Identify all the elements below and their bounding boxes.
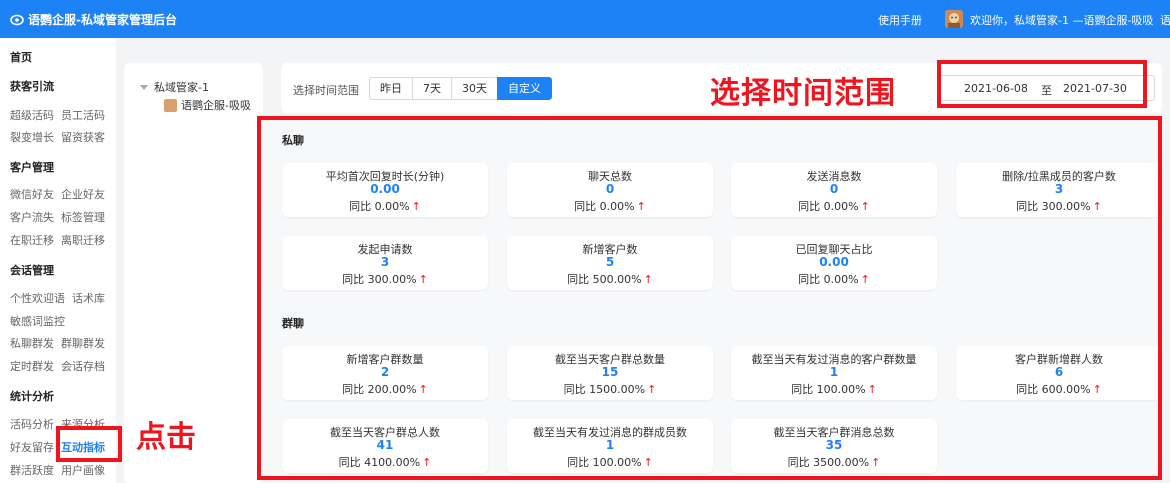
range-yesterday-button[interactable]: 昨日 bbox=[369, 77, 413, 100]
brand-logo-icon bbox=[10, 14, 24, 25]
annotation-box-stats bbox=[257, 116, 1162, 480]
top-bar: 语鹦企服-私域管家管理后台 使用手册 欢迎你，私域管家-1 —语鹦企服-吸吸 语 bbox=[0, 0, 1170, 38]
annotation-box-date bbox=[937, 60, 1147, 108]
sidebar-item-onjob-transfer[interactable]: 在职迁移 bbox=[10, 232, 54, 248]
tree-node-child[interactable]: 语鹦企服-吸吸 bbox=[164, 97, 251, 113]
avatar-image-icon bbox=[945, 10, 963, 28]
sidebar-item-home[interactable]: 首页 bbox=[10, 49, 32, 65]
sidebar-item-code-analysis[interactable]: 活码分析 bbox=[10, 416, 54, 432]
sidebar-item-user-persona[interactable]: 用户画像 bbox=[61, 462, 105, 478]
avatar[interactable] bbox=[945, 10, 963, 28]
sidebar-item-leads[interactable]: 留资获客 bbox=[61, 129, 105, 145]
sidebar-section-session: 会话管理 bbox=[10, 264, 54, 277]
range-7d-button[interactable]: 7天 bbox=[412, 77, 452, 100]
sidebar: 首页 获客引流 超级活码 员工活码 裂变增长 留资获客 客户管理 微信好友 企业… bbox=[0, 38, 116, 483]
sidebar-item-staff-code[interactable]: 员工活码 bbox=[61, 107, 105, 123]
user-manual-link[interactable]: 使用手册 bbox=[878, 12, 922, 28]
sidebar-section-customer: 客户管理 bbox=[10, 161, 54, 174]
caret-down-icon[interactable] bbox=[140, 84, 148, 90]
welcome-text: 欢迎你，私域管家-1 —语鹦企服-吸吸 bbox=[970, 14, 1154, 27]
brand-name: 语鹦企服-私域管家管理后台 bbox=[28, 13, 177, 27]
annotation-time-range: 选择时间范围 bbox=[710, 76, 896, 111]
range-30d-button[interactable]: 30天 bbox=[451, 77, 498, 100]
annotation-box-click bbox=[56, 426, 122, 462]
sidebar-item-retention[interactable]: 好友留存 bbox=[10, 439, 54, 455]
sidebar-item-offjob-transfer[interactable]: 离职迁移 bbox=[61, 232, 105, 248]
tree-node-root-label: 私域管家-1 bbox=[154, 81, 209, 94]
sidebar-item-enterprise-friends[interactable]: 企业好友 bbox=[61, 186, 105, 202]
sidebar-item-fission[interactable]: 裂变增长 bbox=[10, 129, 54, 145]
sidebar-item-group-activity[interactable]: 群活跃度 bbox=[10, 462, 54, 478]
sidebar-section-stats: 统计分析 bbox=[10, 390, 54, 403]
sidebar-item-group-broadcast[interactable]: 群聊群发 bbox=[61, 335, 105, 351]
range-custom-button[interactable]: 自定义 bbox=[497, 77, 552, 100]
time-range-group: 昨日 7天 30天 自定义 bbox=[369, 77, 552, 100]
sidebar-item-script-lib[interactable]: 话术库 bbox=[72, 290, 105, 306]
sidebar-item-private-broadcast[interactable]: 私聊群发 bbox=[10, 335, 54, 351]
child-avatar-icon bbox=[164, 98, 177, 112]
tree-node-root[interactable]: 私域管家-1 bbox=[140, 79, 209, 95]
tree-node-child-label: 语鹦企服-吸吸 bbox=[181, 99, 251, 112]
sidebar-item-churn[interactable]: 客户流失 bbox=[10, 209, 54, 225]
sidebar-item-tags[interactable]: 标签管理 bbox=[61, 209, 105, 225]
sidebar-item-sensitive-words[interactable]: 敏感词监控 bbox=[10, 313, 65, 329]
sidebar-item-wechat-friends[interactable]: 微信好友 bbox=[10, 186, 54, 202]
time-range-label: 选择时间范围 bbox=[293, 84, 359, 97]
sidebar-item-session-archive[interactable]: 会话存档 bbox=[61, 358, 105, 374]
sidebar-item-welcome-msg[interactable]: 个性欢迎语 bbox=[10, 290, 65, 306]
sidebar-section-acquisition: 获客引流 bbox=[10, 80, 54, 93]
brand[interactable]: 语鹦企服-私域管家管理后台 bbox=[10, 11, 177, 28]
header-overflow-text: 语 bbox=[1160, 14, 1170, 27]
sidebar-item-scheduled-broadcast[interactable]: 定时群发 bbox=[10, 358, 54, 374]
sidebar-item-super-code[interactable]: 超级活码 bbox=[10, 107, 54, 123]
annotation-click: 点击 bbox=[136, 420, 196, 455]
